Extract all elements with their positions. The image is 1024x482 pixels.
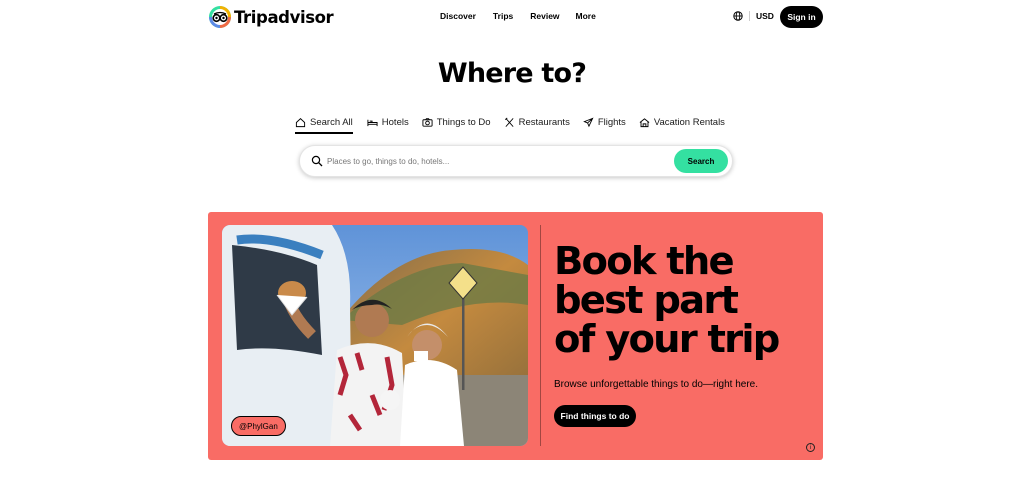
main-nav: Discover Trips Review More	[440, 11, 596, 21]
headline-line: best part	[554, 278, 739, 323]
globe-icon	[733, 11, 743, 21]
tab-label: Search All	[310, 116, 353, 128]
tab-restaurants[interactable]: Restaurants	[504, 114, 570, 130]
banner-subtitle: Browse unforgettable things to do—right …	[554, 379, 759, 390]
utensils-icon	[504, 117, 514, 127]
tab-label: Vacation Rentals	[653, 116, 725, 128]
promo-photo: @PhylGan	[222, 225, 528, 446]
tab-label: Restaurants	[518, 116, 570, 128]
top-header: Tripadvisor Discover Trips Review More U…	[0, 0, 1024, 34]
house-icon	[639, 117, 650, 127]
search-category-tabs: Search All Hotels Things to Do Restauran…	[295, 114, 725, 134]
search-bar: Search	[299, 145, 733, 177]
find-things-to-do-button[interactable]: Find things to do	[554, 405, 636, 427]
camera-icon	[422, 117, 433, 127]
tab-hotels[interactable]: Hotels	[367, 114, 409, 130]
owl-logo-icon	[209, 6, 231, 28]
headline-line: Book the	[554, 239, 735, 284]
home-icon	[295, 117, 306, 127]
tab-search-all[interactable]: Search All	[295, 114, 353, 134]
nav-more[interactable]: More	[576, 11, 596, 21]
plane-icon	[582, 117, 594, 127]
info-icon[interactable]: i	[806, 443, 815, 452]
promo-banner: @PhylGan Book the best part of your trip…	[208, 212, 823, 460]
photo-credit-badge[interactable]: @PhylGan	[231, 416, 286, 436]
currency-label: USD	[756, 11, 774, 21]
tab-label: Hotels	[381, 116, 409, 128]
tab-vacation-rentals[interactable]: Vacation Rentals	[639, 114, 725, 130]
nav-discover[interactable]: Discover	[440, 11, 476, 21]
travelers-photo-illustration	[222, 225, 528, 446]
headline-line: of your trip	[554, 317, 780, 362]
nav-review[interactable]: Review	[530, 11, 559, 21]
tab-label: Flights	[597, 116, 626, 128]
brand-name: Tripadvisor	[234, 7, 334, 27]
banner-divider	[540, 225, 541, 446]
search-button[interactable]: Search	[674, 149, 728, 173]
page-title: Where to?	[437, 58, 587, 89]
search-icon	[311, 155, 323, 167]
banner-headline: Book the best part of your trip	[554, 242, 814, 359]
sign-in-button[interactable]: Sign in	[780, 6, 823, 28]
currency-divider	[749, 11, 750, 21]
tab-things-to-do[interactable]: Things to Do	[422, 114, 491, 130]
tab-label: Things to Do	[436, 116, 491, 128]
tab-flights[interactable]: Flights	[582, 114, 626, 130]
currency-selector[interactable]: USD	[733, 11, 774, 21]
search-input[interactable]	[327, 153, 667, 170]
nav-trips[interactable]: Trips	[493, 11, 513, 21]
tripadvisor-logo[interactable]: Tripadvisor	[209, 6, 334, 28]
bed-icon	[367, 119, 378, 126]
